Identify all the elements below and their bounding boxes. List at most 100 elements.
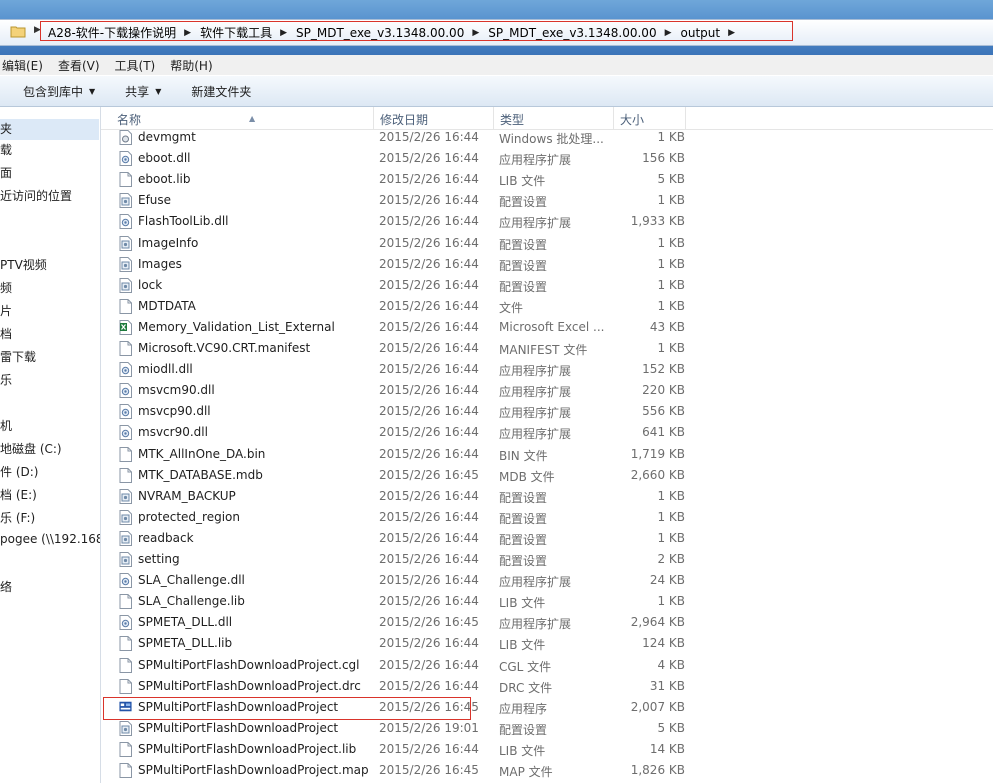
file-name: SPMETA_DLL.dll xyxy=(138,615,233,630)
column-header-type[interactable]: 类型 xyxy=(494,107,614,129)
file-row[interactable]: SPMultiPortFlashDownloadProject.lib 2015/… xyxy=(101,739,721,760)
file-date: 2015/2/26 16:44 xyxy=(379,383,479,398)
file-row[interactable]: MTK_AllInOne_DA.bin 2015/2/26 16:44 BIN 文件… xyxy=(101,444,721,465)
nav-item[interactable]: 络 xyxy=(0,578,12,595)
file-row[interactable]: Microsoft.VC90.CRT.manifest 2015/2/26 16:… xyxy=(101,338,721,359)
file-row[interactable]: Memory_Validation_List_External 2015/2/26… xyxy=(101,317,721,338)
file-date: 2015/2/26 16:44 xyxy=(379,277,479,292)
file-name: SLA_Challenge.dll xyxy=(138,573,245,588)
file-row[interactable]: MDTDATA 2015/2/26 16:44 文件 1 KB xyxy=(101,296,721,317)
menu-tools[interactable]: 工具(T) xyxy=(115,57,156,74)
file-date: 2015/2/26 16:44 xyxy=(379,404,479,419)
dll-file-icon xyxy=(119,425,132,441)
file-type: 配置设置 xyxy=(499,195,548,210)
blank-file-icon xyxy=(119,763,132,778)
nav-item[interactable]: 夹 xyxy=(0,119,99,140)
blank-file-icon xyxy=(119,741,132,757)
column-header-date[interactable]: 修改日期 xyxy=(374,107,494,129)
nav-item[interactable]: 近访问的位置 xyxy=(0,187,72,204)
file-row[interactable]: eboot.lib 2015/2/26 16:44 LIB 文件 5 KB xyxy=(101,169,721,190)
menu-edit[interactable]: 编辑(E) xyxy=(2,57,43,74)
file-name: msvcm90.dll xyxy=(138,383,215,398)
dll-file-icon xyxy=(119,404,132,420)
column-header-size[interactable]: 大小 xyxy=(614,107,686,129)
file-row[interactable]: eboot.dll 2015/2/26 16:44 应用程序扩展 156 KB xyxy=(101,148,721,169)
file-size: 2 KB xyxy=(657,552,685,566)
nav-item[interactable]: 档 xyxy=(0,325,12,342)
nav-item[interactable]: 档 (E:) xyxy=(0,486,37,503)
file-row[interactable]: SPMultiPortFlashDownloadProject.drc 2015/… xyxy=(101,676,721,697)
file-date: 2015/2/26 16:44 xyxy=(379,425,479,440)
file-row[interactable]: setting 2015/2/26 16:44 配置设置 2 KB xyxy=(101,549,721,570)
file-date: 2015/2/26 16:44 xyxy=(379,298,479,313)
file-row[interactable]: ImageInfo 2015/2/26 16:44 配置设置 1 KB xyxy=(101,233,721,254)
file-row[interactable]: Images 2015/2/26 16:44 配置设置 1 KB xyxy=(101,254,721,275)
blank-file-icon xyxy=(119,341,132,356)
menu-view[interactable]: 查看(V) xyxy=(58,57,100,74)
config-file-icon xyxy=(119,530,132,546)
menu-help[interactable]: 帮助(H) xyxy=(170,57,212,74)
new-folder-button[interactable]: 新建文件夹 xyxy=(191,83,251,100)
file-row[interactable]: lock 2015/2/26 16:44 配置设置 1 KB xyxy=(101,275,721,296)
nav-item[interactable]: pogee (\\192.168 xyxy=(0,532,100,546)
nav-item[interactable]: 乐 (F:) xyxy=(0,509,35,526)
nav-item[interactable]: 乐 xyxy=(0,371,12,388)
file-type: 配置设置 xyxy=(499,490,548,505)
include-in-library-button[interactable]: 包含到库中 ▼ xyxy=(23,83,95,100)
nav-item[interactable]: 载 xyxy=(0,141,12,158)
file-date: 2015/2/26 16:44 xyxy=(379,530,479,545)
nav-item[interactable]: 雷下载 xyxy=(0,348,36,365)
file-name: eboot.lib xyxy=(138,172,191,187)
file-row[interactable]: Efuse 2015/2/26 16:44 配置设置 1 KB xyxy=(101,190,721,211)
nav-item[interactable]: PTV视频 xyxy=(0,256,47,273)
file-row[interactable]: SPMultiPortFlashDownloadProject 2015/2/26… xyxy=(101,718,721,739)
file-row[interactable]: MTK_DATABASE.mdb 2015/2/26 16:45 MDB 文件 2,6… xyxy=(101,465,721,486)
nav-item[interactable]: 地磁盘 (C:) xyxy=(0,440,62,457)
share-button[interactable]: 共享 ▼ xyxy=(125,83,161,100)
file-size: 156 KB xyxy=(642,151,685,166)
file-size: 5 KB xyxy=(657,172,685,187)
file-name: msvcr90.dll xyxy=(138,425,208,440)
file-type: LIB 文件 xyxy=(499,174,546,189)
blank-file-icon xyxy=(119,636,132,652)
file-type: Microsoft Excel ... xyxy=(499,319,605,334)
file-type: 配置设置 xyxy=(499,237,548,252)
file-row[interactable]: SPMETA_DLL.lib 2015/2/26 16:44 LIB 文件 124 K… xyxy=(101,633,721,654)
file-name: Microsoft.VC90.CRT.manifest xyxy=(138,341,311,355)
file-type: 配置设置 xyxy=(499,554,548,568)
file-name: miodll.dll xyxy=(138,362,193,377)
blank-file-icon xyxy=(119,467,132,483)
file-row[interactable]: readback 2015/2/26 16:44 配置设置 1 KB xyxy=(101,528,721,549)
dll-file-icon xyxy=(119,214,132,230)
file-type: LIB 文件 xyxy=(499,743,546,758)
file-row[interactable]: FlashToolLib.dll 2015/2/26 16:44 应用程序扩展 1,9… xyxy=(101,211,721,232)
file-date: 2015/2/26 16:44 xyxy=(379,636,479,651)
nav-item[interactable]: 面 xyxy=(0,164,12,181)
file-size: 1,933 KB xyxy=(630,214,685,229)
dropdown-caret-icon: ▼ xyxy=(155,86,162,96)
file-row[interactable]: devmgmt 2015/2/26 16:44 Windows 批处理... 1 KB xyxy=(101,127,721,148)
nav-item[interactable]: 件 (D:) xyxy=(0,463,38,480)
file-name: SPMETA_DLL.lib xyxy=(138,636,233,651)
file-row[interactable]: msvcm90.dll 2015/2/26 16:44 应用程序扩展 220 KB xyxy=(101,380,721,401)
column-header-name[interactable]: 名称 ▲ xyxy=(111,107,374,129)
file-row[interactable]: protected_region 2015/2/26 16:44 配置设置 1 KB xyxy=(101,507,721,528)
dll-file-icon xyxy=(119,151,132,167)
file-type: MANIFEST 文件 xyxy=(499,343,588,357)
file-date: 2015/2/26 16:44 xyxy=(379,130,479,144)
file-row[interactable]: SPMultiPortFlashDownloadProject.map 2015/… xyxy=(101,760,721,781)
file-row[interactable]: SLA_Challenge.dll 2015/2/26 16:44 应用程序扩展 24… xyxy=(101,570,721,591)
nav-item[interactable]: 机 xyxy=(0,417,12,434)
file-row[interactable]: SPMultiPortFlashDownloadProject.cgl 2015/… xyxy=(101,655,721,676)
nav-item[interactable]: 片 xyxy=(0,302,12,319)
config-file-icon xyxy=(119,235,132,251)
file-row[interactable]: miodll.dll 2015/2/26 16:44 应用程序扩展 152 KB xyxy=(101,359,721,380)
file-row[interactable]: SLA_Challenge.lib 2015/2/26 16:44 LIB 文件 1 … xyxy=(101,591,721,612)
file-date: 2015/2/26 16:44 xyxy=(379,594,479,609)
file-row[interactable]: SPMETA_DLL.dll 2015/2/26 16:45 应用程序扩展 2,964… xyxy=(101,612,721,633)
file-row[interactable]: msvcr90.dll 2015/2/26 16:44 应用程序扩展 641 KB xyxy=(101,422,721,443)
file-row[interactable]: NVRAM_BACKUP 2015/2/26 16:44 配置设置 1 KB xyxy=(101,486,721,507)
nav-item[interactable]: 频 xyxy=(0,279,12,296)
file-date: 2015/2/26 16:44 xyxy=(379,552,479,566)
file-row[interactable]: msvcp90.dll 2015/2/26 16:44 应用程序扩展 556 KB xyxy=(101,401,721,422)
